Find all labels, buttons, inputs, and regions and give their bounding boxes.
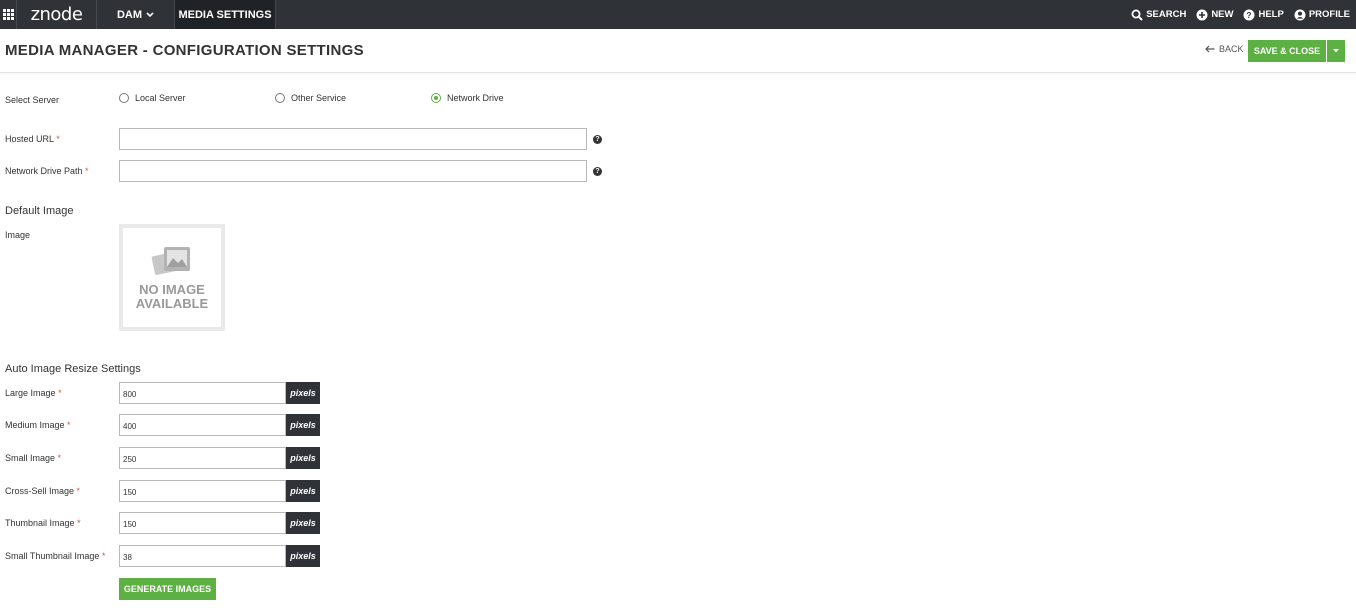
small-thumbnail-image-label: Small Thumbnail Image *: [5, 551, 105, 561]
small-image-label: Small Image *: [5, 453, 61, 463]
app-grid-icon[interactable]: [0, 0, 17, 29]
medium-image-label-text: Medium Image: [5, 420, 65, 430]
required-mark: *: [76, 486, 81, 496]
svg-text:?: ?: [1247, 11, 1252, 20]
large-image-input[interactable]: 800: [119, 382, 286, 404]
nav-dam-menu[interactable]: DAM: [97, 0, 175, 29]
znode-logo[interactable]: znode: [17, 0, 97, 29]
help-label: HELP: [1258, 9, 1284, 20]
resize-settings-heading: Auto Image Resize Settings: [5, 363, 141, 375]
radio-local-server[interactable]: Local Server: [119, 93, 186, 103]
medium-image-label: Medium Image *: [5, 420, 71, 430]
required-mark: *: [57, 453, 62, 463]
network-drive-path-label: Network Drive Path *: [5, 166, 89, 176]
small-thumbnail-image-field: 38 pixels: [119, 545, 320, 567]
required-mark: *: [101, 551, 106, 561]
photo-stack-icon: [151, 246, 190, 275]
pixels-addon: pixels: [286, 545, 320, 567]
nav-media-settings[interactable]: MEDIA SETTINGS: [175, 0, 276, 29]
radio-circle-selected: [431, 93, 441, 103]
title-bar: MEDIA MANAGER - CONFIGURATION SETTINGS B…: [0, 29, 1356, 73]
top-nav: znode DAM MEDIA SETTINGS SEARCH NEW ? HE…: [0, 0, 1356, 29]
radio-label: Network Drive: [447, 93, 504, 103]
network-drive-path-label-text: Network Drive Path: [5, 166, 83, 176]
nav-actions: SEARCH NEW ? HELP PROFILE: [1131, 0, 1356, 29]
no-image-text: NO IMAGE AVAILABLE: [135, 281, 209, 311]
radio-circle: [119, 93, 129, 103]
hosted-url-input[interactable]: [119, 128, 587, 150]
hosted-url-label-text: Hosted URL: [5, 134, 54, 144]
thumbnail-image-label: Thumbnail Image *: [5, 518, 81, 528]
radio-network-drive[interactable]: Network Drive: [431, 93, 504, 103]
large-image-label-text: Large Image: [5, 388, 56, 398]
caret-down-icon: [1333, 49, 1339, 53]
small-image-field: 250 pixels: [119, 447, 320, 469]
plus-circle-icon: [1196, 9, 1208, 20]
help-icon[interactable]: ?: [593, 135, 602, 144]
required-mark: *: [67, 420, 71, 430]
pixels-addon: pixels: [286, 480, 320, 502]
required-mark: *: [77, 518, 81, 528]
no-image-line2: AVAILABLE: [135, 295, 209, 311]
image-label: Image: [5, 230, 31, 240]
required-mark: *: [85, 166, 89, 176]
nav-dam-label: DAM: [116, 8, 143, 21]
medium-image-input[interactable]: 400: [119, 414, 286, 436]
help-button[interactable]: ? HELP: [1243, 9, 1284, 21]
help-icon[interactable]: ?: [593, 167, 602, 176]
pixels-addon: pixels: [286, 512, 320, 534]
default-image-preview[interactable]: NO IMAGE AVAILABLE: [119, 224, 225, 331]
large-image-field: 800 pixels: [119, 382, 320, 404]
network-drive-path-input[interactable]: [119, 160, 587, 182]
pixels-addon: pixels: [286, 447, 320, 469]
user-circle-icon: [1294, 9, 1306, 20]
search-icon: [1131, 9, 1143, 21]
pixels-addon: pixels: [286, 382, 320, 404]
radio-label: Local Server: [135, 93, 186, 103]
thumbnail-image-field: 150 pixels: [119, 512, 320, 534]
save-close-button-group: SAVE & CLOSE: [1248, 40, 1345, 62]
save-close-button[interactable]: SAVE & CLOSE: [1248, 40, 1326, 62]
new-button[interactable]: NEW: [1196, 9, 1233, 21]
hosted-url-label: Hosted URL *: [5, 134, 60, 144]
radio-other-service[interactable]: Other Service: [275, 93, 346, 103]
cross-sell-image-input[interactable]: 150: [119, 480, 286, 502]
required-mark: *: [56, 134, 60, 144]
save-options-dropdown[interactable]: [1326, 40, 1345, 62]
cross-sell-image-label: Cross-Sell Image *: [5, 486, 80, 496]
cross-sell-image-field: 150 pixels: [119, 480, 320, 502]
logo-text: znode: [30, 4, 83, 25]
pixels-addon: pixels: [286, 414, 320, 436]
search-button[interactable]: SEARCH: [1131, 9, 1186, 21]
select-server-label: Select Server: [5, 95, 60, 105]
cross-sell-image-label-text: Cross-Sell Image: [5, 486, 75, 496]
required-mark: *: [58, 388, 62, 398]
page-title: MEDIA MANAGER - CONFIGURATION SETTINGS: [5, 42, 364, 59]
chevron-down-icon: [146, 11, 154, 17]
thumbnail-image-input[interactable]: 150: [119, 512, 286, 534]
medium-image-field: 400 pixels: [119, 414, 320, 436]
default-image-heading: Default Image: [5, 205, 74, 217]
no-image-line1: NO IMAGE: [139, 281, 205, 297]
radio-label: Other Service: [291, 93, 347, 103]
radio-circle: [275, 93, 285, 103]
generate-images-button[interactable]: GENERATE IMAGES: [119, 578, 216, 600]
thumbnail-image-label-text: Thumbnail Image: [5, 518, 75, 528]
large-image-label: Large Image *: [5, 388, 62, 398]
arrow-left-icon: [1205, 45, 1215, 53]
small-thumbnail-image-label-text: Small Thumbnail Image: [5, 551, 100, 561]
new-label: NEW: [1211, 9, 1234, 20]
question-circle-icon: ?: [1243, 9, 1255, 20]
nav-media-settings-label: MEDIA SETTINGS: [178, 8, 272, 21]
search-label: SEARCH: [1146, 9, 1187, 20]
small-image-label-text: Small Image: [5, 453, 56, 463]
small-image-input[interactable]: 250: [119, 447, 286, 469]
profile-label: PROFILE: [1308, 9, 1350, 20]
small-thumbnail-image-input[interactable]: 38: [119, 545, 286, 567]
profile-button[interactable]: PROFILE: [1294, 9, 1350, 21]
back-button[interactable]: BACK: [1205, 44, 1244, 54]
back-label: BACK: [1219, 44, 1244, 54]
